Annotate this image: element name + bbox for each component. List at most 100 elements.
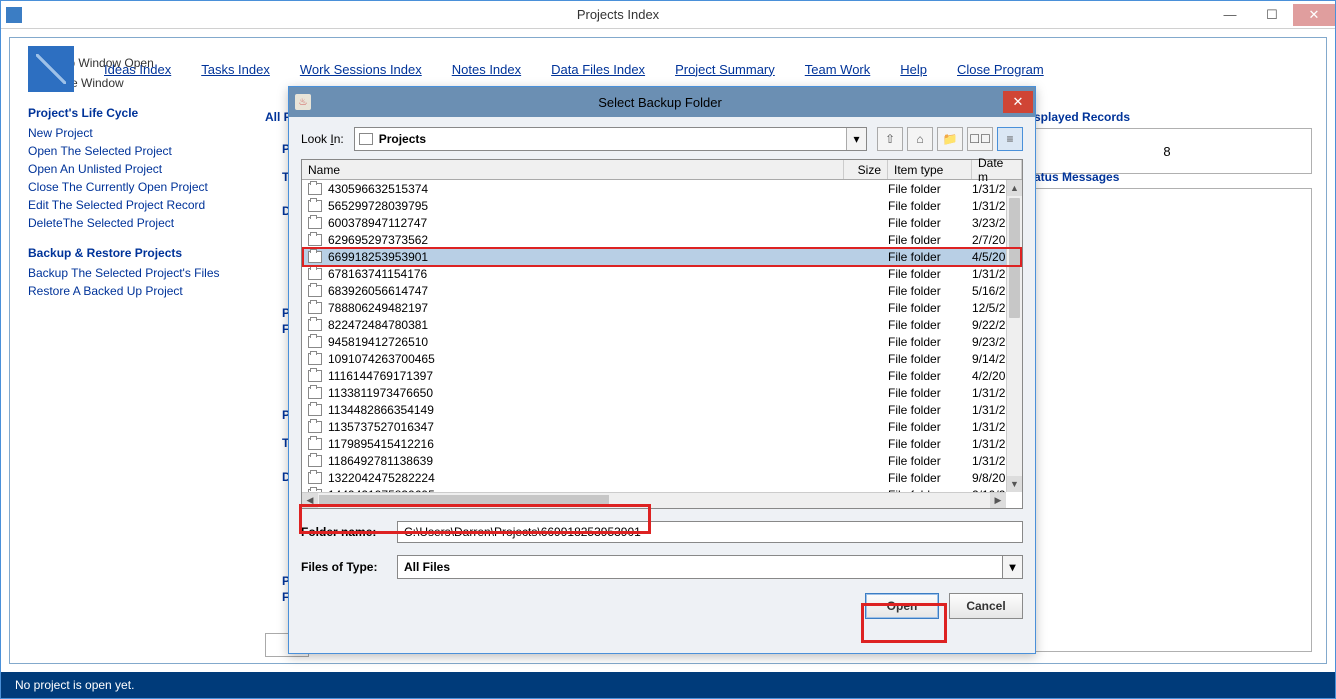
scroll-thumb[interactable] bbox=[1009, 198, 1020, 318]
folder-row[interactable]: 1322042475282224File folder9/8/20 bbox=[302, 469, 1022, 486]
folder-icon bbox=[308, 370, 322, 382]
folder-icon bbox=[308, 421, 322, 433]
folder-row[interactable]: 565299728039795File folder1/31/2 bbox=[302, 197, 1022, 214]
folder-icon bbox=[308, 251, 322, 263]
folder-name: 565299728039795 bbox=[328, 199, 844, 213]
menu-work-sessions-index[interactable]: Work Sessions Index bbox=[300, 62, 422, 77]
new-project-link[interactable]: New Project bbox=[28, 126, 230, 140]
folder-icon bbox=[308, 319, 322, 331]
app-icon bbox=[6, 7, 22, 23]
menu-team-work[interactable]: Team Work bbox=[805, 62, 871, 77]
close-open-project-link[interactable]: Close The Currently Open Project bbox=[28, 180, 230, 194]
close-button[interactable]: ✕ bbox=[1293, 4, 1335, 26]
chevron-down-icon[interactable]: ▾ bbox=[846, 128, 866, 150]
folder-row[interactable]: 669918253953901File folder4/5/20 bbox=[302, 248, 1022, 265]
folder-icon bbox=[308, 387, 322, 399]
horizontal-scrollbar[interactable]: ◀ ▶ bbox=[302, 492, 1006, 508]
col-name[interactable]: Name bbox=[302, 160, 844, 179]
folder-type: File folder bbox=[888, 437, 972, 451]
displayed-records-label: Displayed Records bbox=[1022, 110, 1312, 124]
folder-name: 430596632515374 bbox=[328, 182, 844, 196]
scroll-down-icon[interactable]: ▼ bbox=[1007, 476, 1022, 492]
col-size[interactable]: Size bbox=[844, 160, 888, 179]
menu-project-summary[interactable]: Project Summary bbox=[675, 62, 775, 77]
status-messages-box bbox=[1022, 188, 1312, 652]
files-of-type-combo[interactable]: All Files ▾ bbox=[397, 555, 1023, 579]
folder-row[interactable]: 430596632515374File folder1/31/2 bbox=[302, 180, 1022, 197]
folder-row[interactable]: 1179895415412216File folder1/31/2 bbox=[302, 435, 1022, 452]
folder-name: 1134482866354149 bbox=[328, 403, 844, 417]
maximize-button[interactable]: ☐ bbox=[1251, 4, 1293, 26]
folder-icon bbox=[308, 353, 322, 365]
folder-name: 629695297373562 bbox=[328, 233, 844, 247]
folder-row[interactable]: 1091074263700465File folder9/14/2 bbox=[302, 350, 1022, 367]
col-type[interactable]: Item type bbox=[888, 160, 972, 179]
folder-name: 1116144769171397 bbox=[328, 369, 844, 383]
up-one-level-button[interactable]: ⇧ bbox=[877, 127, 903, 151]
scroll-up-icon[interactable]: ▲ bbox=[1007, 180, 1022, 196]
folder-type: File folder bbox=[888, 284, 972, 298]
open-unlisted-project-link[interactable]: Open An Unlisted Project bbox=[28, 162, 230, 176]
minimize-button[interactable]: — bbox=[1209, 4, 1251, 26]
new-folder-button[interactable]: 📁 bbox=[937, 127, 963, 151]
folder-row[interactable]: 683926056614747File folder5/16/2 bbox=[302, 282, 1022, 299]
delete-selected-project-link[interactable]: DeleteThe Selected Project bbox=[28, 216, 230, 230]
hscroll-thumb[interactable] bbox=[319, 495, 609, 506]
statusbar: No project is open yet. bbox=[1, 672, 1335, 698]
folder-type: File folder bbox=[888, 454, 972, 468]
folder-name-label: Folder name: bbox=[301, 525, 389, 539]
displayed-records-value: 8 bbox=[1022, 128, 1312, 174]
folder-name: 683926056614747 bbox=[328, 284, 844, 298]
col-date[interactable]: Date m bbox=[972, 160, 1022, 179]
dialog-close-button[interactable]: ✕ bbox=[1003, 91, 1033, 113]
folder-icon bbox=[308, 268, 322, 280]
folder-row[interactable]: 600378947112747File folder3/23/2 bbox=[302, 214, 1022, 231]
folder-row[interactable]: 629695297373562File folder2/7/20 bbox=[302, 231, 1022, 248]
folder-row[interactable]: 1116144769171397File folder4/2/20 bbox=[302, 367, 1022, 384]
folder-row[interactable]: 788806249482197File folder12/5/2 bbox=[302, 299, 1022, 316]
scroll-right-icon[interactable]: ▶ bbox=[990, 493, 1006, 508]
folder-name: 945819412726510 bbox=[328, 335, 844, 349]
folder-type: File folder bbox=[888, 199, 972, 213]
lookin-combo[interactable]: Projects ▾ bbox=[354, 127, 867, 151]
menu-ideas-index[interactable]: Ideas Index bbox=[104, 62, 171, 77]
backup-project-files-link[interactable]: Backup The Selected Project's Files bbox=[28, 266, 230, 280]
vertical-scrollbar[interactable]: ▲ ▼ bbox=[1006, 180, 1022, 492]
home-button[interactable]: ⌂ bbox=[907, 127, 933, 151]
chevron-down-icon[interactable]: ▾ bbox=[1002, 556, 1022, 578]
lookin-label: Look In: bbox=[301, 132, 344, 146]
dialog-title: Select Backup Folder bbox=[317, 95, 1003, 110]
details-view-button[interactable]: ≡ bbox=[997, 127, 1023, 151]
folder-name: 1135737527016347 bbox=[328, 420, 844, 434]
menu-close-program[interactable]: Close Program bbox=[957, 62, 1044, 77]
folder-row[interactable]: 822472484780381File folder9/22/2 bbox=[302, 316, 1022, 333]
files-of-type-label: Files of Type: bbox=[301, 560, 389, 574]
window-title: Projects Index bbox=[27, 7, 1209, 22]
menu-tasks-index[interactable]: Tasks Index bbox=[201, 62, 270, 77]
folder-icon bbox=[308, 217, 322, 229]
folder-row[interactable]: 1135737527016347File folder1/31/2 bbox=[302, 418, 1022, 435]
folder-row[interactable]: 1134482866354149File folder1/31/2 bbox=[302, 401, 1022, 418]
folder-row[interactable]: 945819412726510File folder9/23/2 bbox=[302, 333, 1022, 350]
folder-row[interactable]: 678163741154176File folder1/31/2 bbox=[302, 265, 1022, 282]
cancel-button[interactable]: Cancel bbox=[949, 593, 1023, 619]
edit-selected-project-link[interactable]: Edit The Selected Project Record bbox=[28, 198, 230, 212]
list-view-button[interactable]: ☐☐ bbox=[967, 127, 993, 151]
folder-name-input[interactable] bbox=[397, 521, 1023, 543]
folder-icon bbox=[359, 133, 373, 145]
folder-name: 669918253953901 bbox=[328, 250, 844, 264]
folder-name: 822472484780381 bbox=[328, 318, 844, 332]
menu-notes-index[interactable]: Notes Index bbox=[452, 62, 521, 77]
folder-icon bbox=[308, 183, 322, 195]
menu-help[interactable]: Help bbox=[900, 62, 927, 77]
scroll-left-icon[interactable]: ◀ bbox=[302, 493, 318, 508]
menu-data-files-index[interactable]: Data Files Index bbox=[551, 62, 645, 77]
restore-project-link[interactable]: Restore A Backed Up Project bbox=[28, 284, 230, 298]
open-selected-project-link[interactable]: Open The Selected Project bbox=[28, 144, 230, 158]
folder-row[interactable]: 1133811973476650File folder1/31/2 bbox=[302, 384, 1022, 401]
folder-name: 1091074263700465 bbox=[328, 352, 844, 366]
folder-type: File folder bbox=[888, 369, 972, 383]
folder-row[interactable]: 1186492781138639File folder1/31/2 bbox=[302, 452, 1022, 469]
folder-name: 1179895415412216 bbox=[328, 437, 844, 451]
open-button[interactable]: Open bbox=[865, 593, 939, 619]
